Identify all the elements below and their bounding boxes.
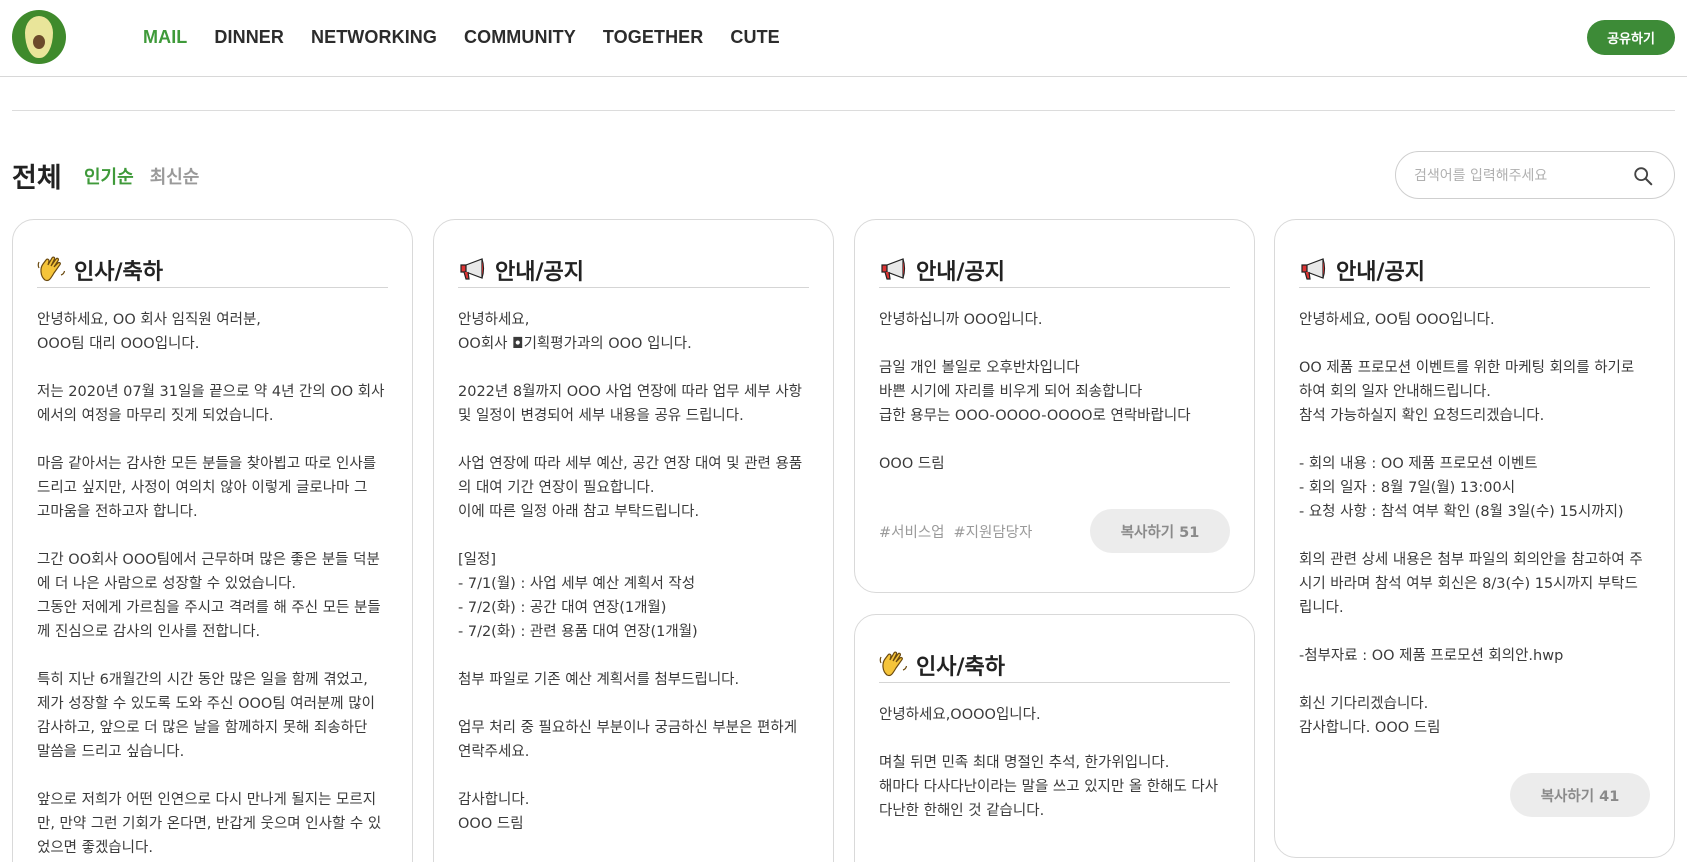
search-icon[interactable] — [1632, 165, 1654, 187]
nav-item-together[interactable]: TOGETHER — [603, 27, 703, 48]
card-header: 인사/축하 — [879, 647, 1230, 683]
section-divider — [12, 110, 1675, 111]
tag-list: #서비스업 #지원담당자 — [879, 521, 1032, 542]
card-footer: #서비스업 #지원담당자 복사하기 51 — [879, 509, 1230, 553]
tag-service[interactable]: #서비스업 — [879, 521, 945, 542]
card-header: 안내/공지 — [879, 252, 1230, 288]
card-body-text: 안녕하십니까 OOO입니다. 금일 개인 볼일로 오후반차입니다 바쁜 시기에 … — [879, 312, 1191, 472]
nav-item-dinner[interactable]: DINNER — [214, 27, 284, 48]
page-title: 전체 — [12, 163, 62, 194]
search-box — [1395, 151, 1675, 199]
copy-button[interactable]: 복사하기 41 — [1510, 773, 1650, 817]
card-category: 안내/공지 — [495, 260, 584, 285]
template-card[interactable]: 안내/공지 안녕하십니까 OOO입니다. 금일 개인 볼일로 오후반차입니다 바… — [854, 219, 1255, 593]
megaphone-icon — [460, 258, 485, 280]
template-card[interactable]: 안내/공지 안녕하세요, OO팀 OOO입니다. OO 제품 프로모션 이벤트를… — [1274, 219, 1675, 858]
card-category: 안내/공지 — [1336, 260, 1425, 285]
nav-item-mail[interactable]: MAIL — [143, 27, 187, 48]
card-category: 인사/축하 — [74, 260, 163, 285]
sort-options: 인기순 최신순 — [84, 163, 199, 189]
card-header: 안내/공지 — [1299, 252, 1650, 288]
card-header: 안내/공지 — [458, 252, 809, 288]
template-card[interactable]: 인사/축하 안녕하세요,OOOO입니다. 며칠 뒤면 민족 최대 명절인 추석,… — [854, 614, 1255, 862]
nav-item-networking[interactable]: NETWORKING — [311, 27, 437, 48]
template-card[interactable]: 안내/공지 안녕하세요, OO회사 ◘기획평가과의 OOO 입니다. 2022년… — [433, 219, 834, 862]
waving-hand-icon — [879, 651, 908, 677]
share-button[interactable]: 공유하기 — [1587, 20, 1675, 55]
sort-latest-tab[interactable]: 최신순 — [150, 163, 200, 189]
search-input[interactable] — [1414, 164, 1624, 188]
top-header: MAIL DINNER NETWORKING COMMUNITY TOGETHE… — [0, 0, 1687, 77]
template-card[interactable]: 인사/축하 안녕하세요, OO 회사 임직원 여러분, OOO팀 대리 OOO입… — [12, 219, 413, 862]
card-body-text: 안녕하세요,OOOO입니다. 며칠 뒤면 민족 최대 명절인 추석, 한가위입니… — [879, 707, 1219, 819]
copy-button[interactable]: 복사하기 51 — [1090, 509, 1230, 553]
nav-item-community[interactable]: COMMUNITY — [464, 27, 576, 48]
logo-seed — [33, 35, 45, 49]
card-header: 인사/축하 — [37, 252, 388, 288]
nav-item-cute[interactable]: CUTE — [730, 27, 779, 48]
card-category: 안내/공지 — [916, 260, 1005, 285]
card-body-text: 안녕하세요, OO 회사 임직원 여러분, OOO팀 대리 OOO입니다. 저는… — [37, 312, 385, 856]
megaphone-icon — [1301, 258, 1326, 280]
card-footer: 복사하기 41 — [1299, 773, 1650, 817]
megaphone-icon — [881, 258, 906, 280]
card-body-text: 안녕하세요, OO회사 ◘기획평가과의 OOO 입니다. 2022년 8월까지 … — [458, 312, 803, 832]
sort-popular-tab[interactable]: 인기순 — [84, 163, 134, 189]
card-category: 인사/축하 — [916, 655, 1005, 680]
tag-support[interactable]: #지원담당자 — [954, 521, 1033, 542]
avocado-logo[interactable] — [12, 10, 66, 64]
waving-hand-icon — [37, 256, 66, 282]
card-body-text: 안녕하세요, OO팀 OOO입니다. OO 제품 프로모션 이벤트를 위한 마케… — [1299, 312, 1643, 736]
main-nav: MAIL DINNER NETWORKING COMMUNITY TOGETHE… — [143, 27, 780, 48]
